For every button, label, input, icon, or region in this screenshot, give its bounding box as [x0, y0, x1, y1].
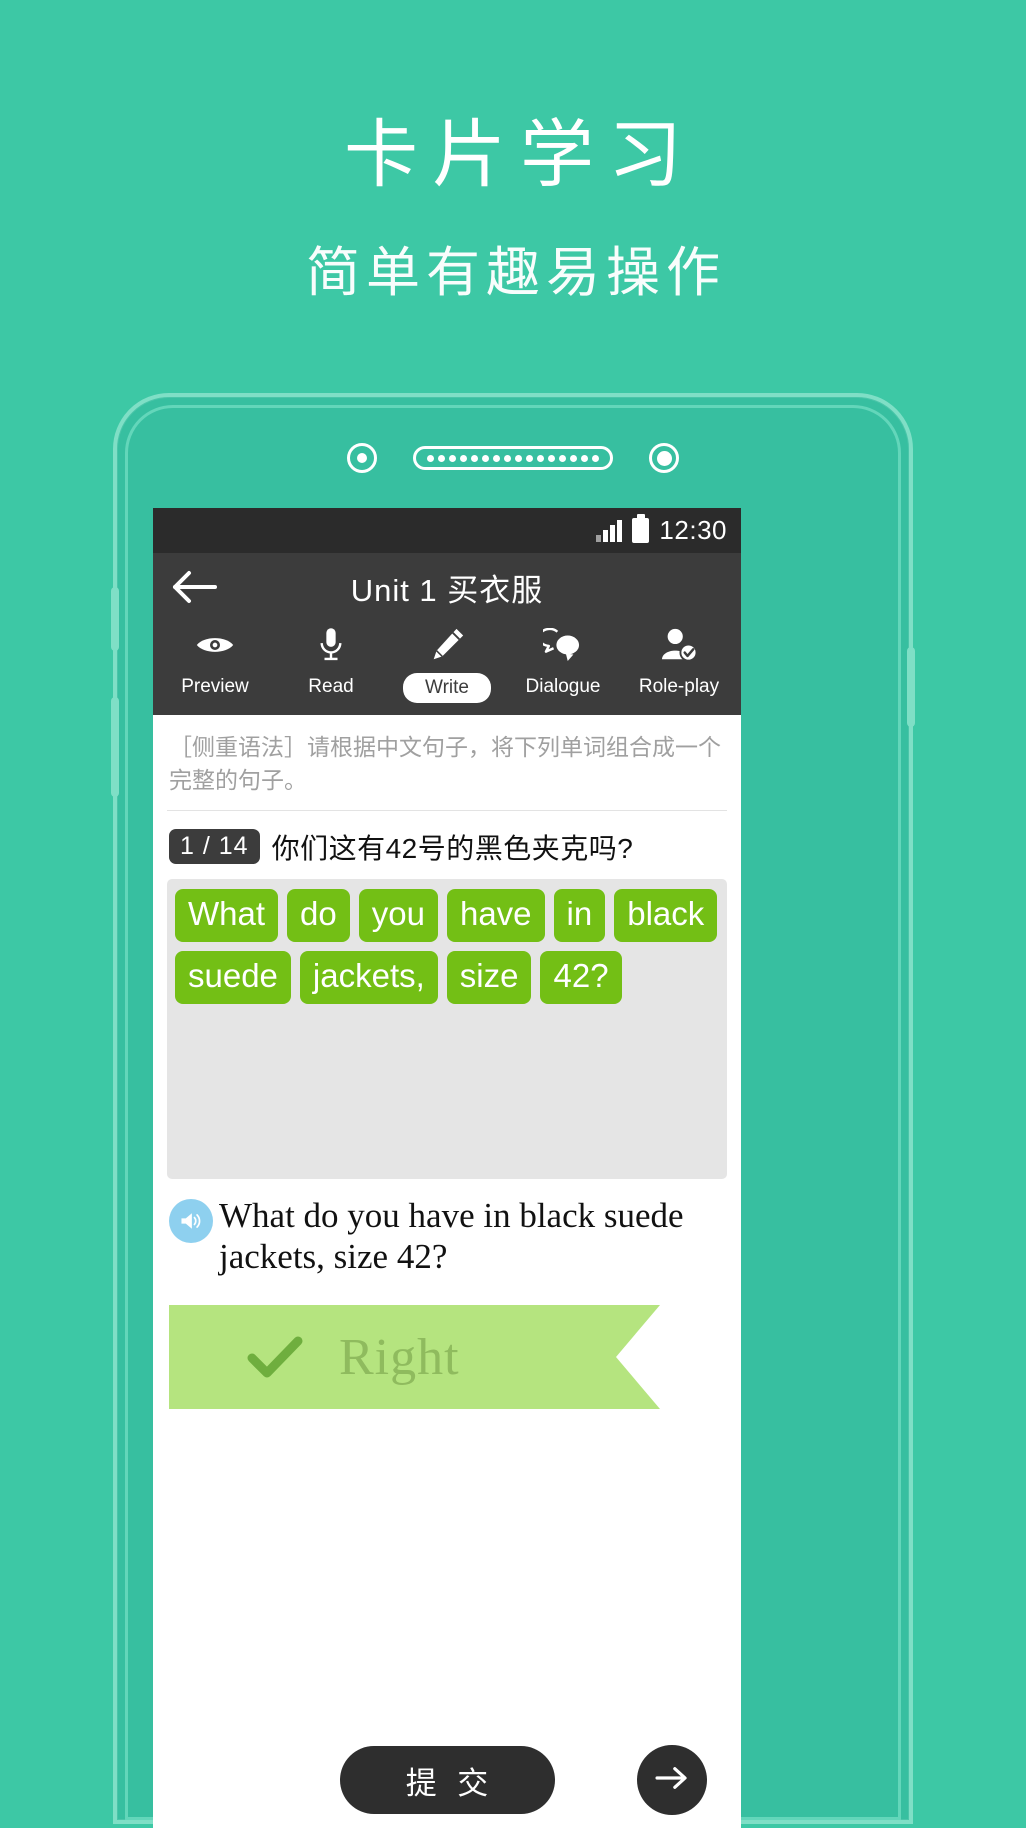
result-banner-wrap: Right — [153, 1277, 741, 1410]
answer-sentence: What do you have in black suede jackets,… — [219, 1195, 684, 1276]
phone-screen: 12:30 Unit 1 买衣服 Preview Read Write Dial… — [153, 508, 741, 1828]
word-tile[interactable]: suede — [175, 950, 291, 1005]
battery-icon — [632, 514, 650, 543]
tab-write[interactable]: Write — [389, 625, 505, 703]
word-tile[interactable]: What — [175, 888, 279, 942]
exercise-instruction: ［侧重语法］请根据中文句子，将下列单词组合成一个完整的句子。 — [169, 734, 721, 794]
promo-title: 卡片学习 — [344, 113, 696, 196]
status-bar-clock: 12:30 — [659, 515, 727, 545]
phone-side-button — [111, 697, 119, 797]
check-icon — [247, 1334, 303, 1380]
app-title-bar: Unit 1 买衣服 — [153, 553, 741, 621]
word-tile[interactable]: do — [287, 888, 350, 942]
sensor-icon — [347, 443, 377, 473]
question-prompt: 你们这有42号的黑色夹克吗? — [271, 832, 634, 864]
microphone-icon — [318, 625, 344, 665]
question-counter-badge: 1 / 14 — [169, 829, 260, 865]
phone-top-hardware — [117, 443, 909, 473]
speech-bubbles-icon — [543, 625, 583, 665]
word-tile[interactable]: have — [446, 888, 545, 942]
tab-label: Write — [403, 673, 491, 703]
speaker-grille-icon — [413, 446, 613, 470]
tab-preview[interactable]: Preview — [157, 625, 273, 703]
next-button[interactable] — [637, 1745, 707, 1815]
tab-dialogue[interactable]: Dialogue — [505, 625, 621, 703]
exercise-content: ［侧重语法］请根据中文句子，将下列单词组合成一个完整的句子。 1 / 14 你们… — [153, 715, 741, 1826]
tab-label: Preview — [181, 676, 249, 697]
tab-label: Dialogue — [525, 676, 601, 697]
word-tile[interactable]: 42? — [540, 950, 622, 1005]
result-label: Right — [339, 1328, 460, 1386]
person-check-icon — [660, 625, 698, 665]
tab-label: Role-play — [638, 676, 720, 697]
promo-subtitle: 简单有趣易操作 — [306, 242, 726, 303]
answer-row: What do you have in black suede jackets,… — [153, 1179, 741, 1278]
camera-icon — [649, 443, 679, 473]
word-tile[interactable]: size — [446, 950, 532, 1005]
phone-mockup: 12:30 Unit 1 买衣服 Preview Read Write Dial… — [111, 393, 915, 1828]
mode-tab-bar: Preview Read Write Dialogue Role-play — [153, 621, 741, 715]
tab-read[interactable]: Read — [273, 625, 389, 703]
status-bar: 12:30 — [153, 508, 741, 553]
word-tile[interactable]: black — [614, 888, 718, 942]
word-tile-area[interactable]: What do you have in black suede jackets,… — [167, 878, 727, 1179]
phone-side-button — [907, 647, 915, 727]
pencil-icon — [428, 625, 466, 665]
signal-bars-icon — [596, 519, 623, 542]
speaker-icon[interactable] — [169, 1198, 213, 1243]
result-banner: Right — [169, 1305, 660, 1410]
bottom-action-bar: 提 交 — [153, 1732, 741, 1828]
question-row: 1 / 14 你们这有42号的黑色夹克吗? — [153, 811, 741, 879]
eye-icon — [195, 625, 235, 665]
tab-role-play[interactable]: Role-play — [621, 625, 737, 703]
back-arrow-icon[interactable] — [171, 570, 217, 604]
page-title: Unit 1 买衣服 — [350, 572, 544, 608]
promo-banner: 卡片学习 简单有趣易操作 — [0, 0, 1026, 307]
word-tile[interactable]: you — [358, 888, 438, 942]
submit-button[interactable]: 提 交 — [339, 1746, 555, 1814]
word-tile[interactable]: jackets, — [299, 950, 438, 1005]
arrow-right-icon — [653, 1764, 691, 1797]
word-tile[interactable]: in — [553, 888, 606, 942]
tab-label: Read — [308, 676, 354, 697]
phone-side-button — [111, 587, 119, 651]
